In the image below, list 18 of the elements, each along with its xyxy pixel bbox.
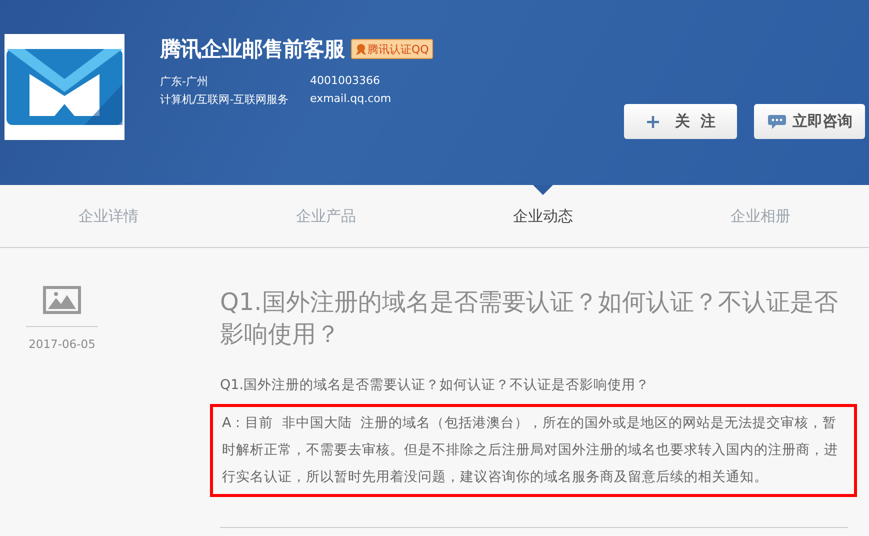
chat-button[interactable]: 立即咨询 [754,104,865,139]
tab[interactable]: 企业动态 [513,206,574,226]
image-icon [43,286,81,314]
company-name: 腾讯企业邮售前客服 [160,36,344,63]
website-text: exmail.qq.com [310,92,392,107]
tab-pointer-icon [533,185,554,195]
phone-text: 4001003366 [310,74,380,89]
follow-button[interactable]: 关 注 [624,104,737,139]
post-title: Q1.国外注册的域名是否需要认证？如何认证？不认证是否影响使用？ [220,287,839,350]
question-text: Q1.国外注册的域名是否需要认证？如何认证？不认证是否影响使用？ [220,376,651,394]
answer-text: A：目前 非中国大陆 注册的域名（包括港澳台），所在的国外或是地区的网站是无法提交审核，暂时解析正常，不需要去审核。但是不排除之后注册局对国外注册的域名也要求转入国内的注册商，进行实名认证，所以暂时先用着没问题，建议咨询你的域名服务商及留意后续的相关通知。 [222,414,839,487]
ribbon-icon [354,43,366,55]
location-text: 广东-广州 [160,74,208,89]
badge-label: 腾讯认证QQ [368,42,429,56]
post-date: 2017-06-05 [28,337,96,351]
industry-text: 计算机/互联网-互联网服务 [160,92,289,107]
speech-bubble-icon [766,114,786,130]
plus-icon [646,114,660,128]
